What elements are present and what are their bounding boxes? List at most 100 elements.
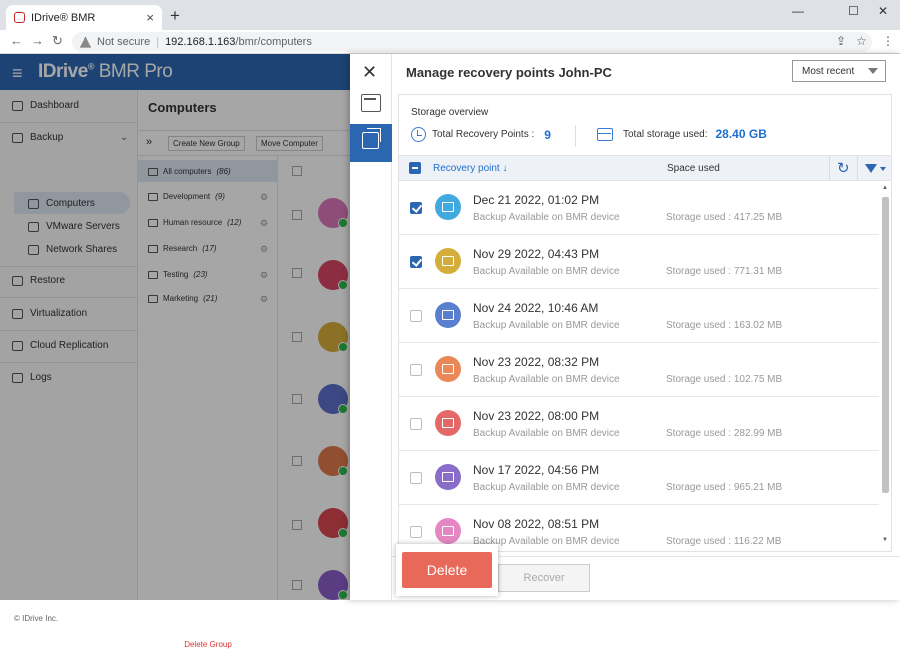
minimize-icon[interactable]: — <box>792 4 804 18</box>
rail-recovery-points-tab[interactable] <box>350 124 392 162</box>
computer-avatar-icon <box>435 302 461 328</box>
browser-tabbar: IDrive® BMR × + — ☐ ✕ <box>0 0 900 30</box>
recovery-point-date: Nov 24 2022, 10:46 AM <box>473 301 599 315</box>
browser-tab[interactable]: IDrive® BMR × <box>6 5 162 30</box>
share-icon[interactable]: ⇪ <box>836 34 846 48</box>
refresh-icon[interactable]: ↻ <box>837 159 850 177</box>
scrollbar-thumb[interactable] <box>882 197 889 493</box>
omnibox-separator: | <box>156 36 160 48</box>
delete-button[interactable]: Delete <box>402 552 492 588</box>
total-storage-stat: Total storage used: 28.40 GB <box>597 127 767 141</box>
list-item[interactable]: Nov 23 2022, 08:00 PM Backup Available o… <box>399 397 879 451</box>
list-item[interactable]: Nov 17 2022, 04:56 PM Backup Available o… <box>399 451 879 505</box>
recovery-points-panel: ✕ Manage recovery points John-PC Most re… <box>350 54 900 600</box>
scroll-down-icon[interactable]: ▼ <box>882 537 888 543</box>
list-item[interactable]: Nov 29 2022, 04:43 PM Backup Available o… <box>399 235 879 289</box>
forward-icon[interactable]: → <box>31 33 44 48</box>
scroll-up-icon[interactable]: ▲ <box>882 185 888 191</box>
delete-highlight: Delete <box>396 544 498 596</box>
list-scrollbar[interactable]: ▲ ▼ <box>881 185 889 549</box>
row-checkbox[interactable] <box>410 418 422 430</box>
copyright: © IDrive Inc. <box>14 614 59 623</box>
recovery-point-status: Backup Available on BMR device <box>473 374 620 385</box>
list-item[interactable]: Dec 21 2022, 01:02 PM Backup Available o… <box>399 181 879 235</box>
recovery-points-card: Storage overview Total Recovery Points :… <box>398 94 892 552</box>
recovery-point-date: Nov 08 2022, 08:51 PM <box>473 517 600 531</box>
row-checkbox[interactable] <box>410 202 422 214</box>
row-checkbox[interactable] <box>410 256 422 268</box>
reload-icon[interactable]: ↻ <box>52 33 63 49</box>
recover-button[interactable]: Recover <box>498 564 590 592</box>
computer-avatar-icon <box>435 518 461 544</box>
row-checkbox[interactable] <box>410 472 422 484</box>
recovery-point-date: Nov 23 2022, 08:00 PM <box>473 409 600 423</box>
sort-selected-value: Most recent <box>802 65 855 77</box>
maximize-icon[interactable]: ☐ <box>848 4 859 18</box>
recovery-point-date: Nov 17 2022, 04:56 PM <box>473 463 600 477</box>
recovery-point-size: Storage used : 965.21 MB <box>666 482 783 493</box>
list-item[interactable]: Nov 23 2022, 08:32 PM Backup Available o… <box>399 343 879 397</box>
new-tab-button[interactable]: + <box>170 6 180 26</box>
browser-menu-icon[interactable]: ⋮ <box>882 34 894 48</box>
recovery-point-date: Nov 29 2022, 04:43 PM <box>473 247 600 261</box>
total-storage-label: Total storage used: <box>623 128 708 140</box>
total-recovery-points-stat: Total Recovery Points : 9 <box>411 127 551 142</box>
tab-close-icon[interactable]: × <box>146 10 154 25</box>
recovery-point-size: Storage used : 163.02 MB <box>666 320 783 331</box>
row-checkbox[interactable] <box>410 364 422 376</box>
recovery-point-size: Storage used : 417.25 MB <box>666 212 783 223</box>
tab-title: IDrive® BMR <box>31 11 96 24</box>
row-checkbox[interactable] <box>410 526 422 538</box>
panel-rail: ✕ <box>350 54 392 600</box>
idrive-favicon-icon <box>14 12 25 23</box>
caret-down-icon <box>880 167 886 171</box>
recovery-point-status: Backup Available on BMR device <box>473 428 620 439</box>
sort-select[interactable]: Most recent <box>792 60 886 82</box>
list-item[interactable]: Nov 24 2022, 10:46 AM Backup Available o… <box>399 289 879 343</box>
recovery-point-status: Backup Available on BMR device <box>473 482 620 493</box>
storage-overview-heading: Storage overview <box>411 107 489 118</box>
total-points-label: Total Recovery Points : <box>432 129 535 140</box>
not-secure-label: Not secure <box>97 36 151 48</box>
bookmark-star-icon[interactable]: ☆ <box>856 34 867 48</box>
modal-overlay[interactable] <box>0 54 350 600</box>
recovery-point-size: Storage used : 102.75 MB <box>666 374 783 385</box>
recovery-point-date: Nov 23 2022, 08:32 PM <box>473 355 600 369</box>
omnibox[interactable]: Not secure | 192.168.1.163/bmr/computers <box>72 32 872 52</box>
header-divider <box>857 156 858 180</box>
url-host: 192.168.1.163 <box>165 36 236 48</box>
total-points-value: 9 <box>544 127 551 142</box>
computer-avatar-icon <box>435 356 461 382</box>
total-storage-value: 28.40 GB <box>715 127 767 141</box>
space-used-header: Space used <box>667 163 720 174</box>
url-path: /bmr/computers <box>235 36 312 48</box>
sort-recovery-point-header[interactable]: Recovery point ↓ <box>433 163 507 174</box>
warning-icon <box>80 36 91 48</box>
recovery-points-icon <box>362 128 381 149</box>
recovery-point-status: Backup Available on BMR device <box>473 266 620 277</box>
delete-group-link[interactable]: Delete Group <box>138 640 278 649</box>
caret-down-icon <box>868 68 878 74</box>
back-icon[interactable]: ← <box>10 33 23 48</box>
computer-avatar-icon <box>435 464 461 490</box>
select-all-checkbox[interactable] <box>409 162 421 174</box>
computer-avatar-icon <box>435 410 461 436</box>
recovery-point-size: Storage used : 116.22 MB <box>666 536 782 547</box>
panel-title: Manage recovery points John-PC <box>406 65 612 80</box>
url-text: 192.168.1.163/bmr/computers <box>165 36 312 48</box>
stat-divider <box>575 125 576 147</box>
history-icon <box>411 127 426 142</box>
recovery-point-size: Storage used : 771.31 MB <box>666 266 783 277</box>
recovery-point-date: Dec 21 2022, 01:02 PM <box>473 193 600 207</box>
filter-icon[interactable] <box>865 164 877 173</box>
schedule-settings-icon[interactable] <box>361 94 381 112</box>
storage-icon <box>597 127 613 141</box>
computer-avatar-icon <box>435 248 461 274</box>
window-close-icon[interactable]: ✕ <box>878 4 888 18</box>
recovery-point-list: Dec 21 2022, 01:02 PM Backup Available o… <box>399 181 879 553</box>
recovery-point-status: Backup Available on BMR device <box>473 212 620 223</box>
row-checkbox[interactable] <box>410 310 422 322</box>
computer-avatar-icon <box>435 194 461 220</box>
close-icon[interactable]: ✕ <box>362 62 377 83</box>
recovery-point-size: Storage used : 282.99 MB <box>666 428 783 439</box>
